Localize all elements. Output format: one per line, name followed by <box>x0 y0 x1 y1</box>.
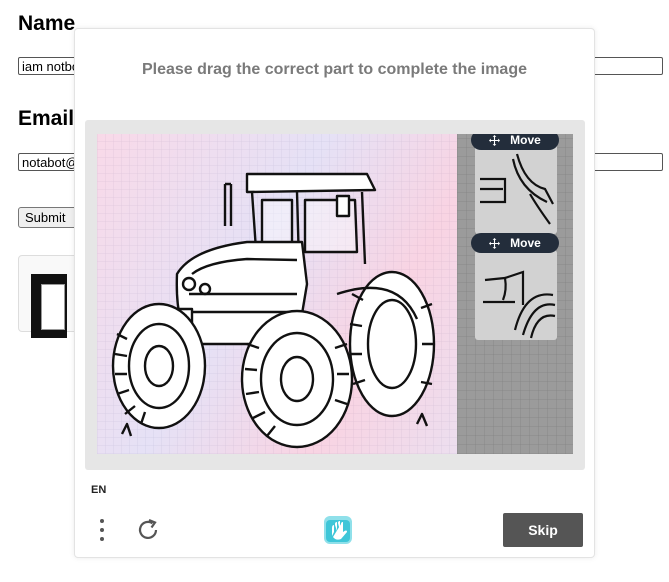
piece-2-image <box>483 270 556 339</box>
move-icon <box>489 134 501 146</box>
language-selector[interactable]: EN <box>91 484 106 496</box>
draggable-piece-2[interactable] <box>475 250 557 340</box>
captcha-checkbox[interactable] <box>41 284 65 330</box>
submit-button[interactable]: Submit <box>18 207 78 228</box>
piece-1-image <box>480 153 554 225</box>
refresh-icon[interactable] <box>135 517 161 543</box>
challenge-prompt: Please drag the correct part to complete… <box>141 61 527 78</box>
challenge-image: Move Move <box>97 134 573 454</box>
challenge-stage: Move Move <box>85 120 585 470</box>
move-label-1: Move <box>510 134 541 147</box>
captcha-challenge-modal: Please drag the correct part to complete… <box>74 28 595 558</box>
email-label: Email <box>18 107 75 130</box>
move-handle-2[interactable]: Move <box>471 233 559 253</box>
hcaptcha-logo-icon <box>320 512 356 548</box>
move-handle-1[interactable]: Move <box>471 134 559 150</box>
skip-button[interactable]: Skip <box>503 513 583 547</box>
move-icon <box>489 237 501 249</box>
tractor-image <box>111 172 436 449</box>
captcha-widget[interactable] <box>18 255 80 338</box>
name-label: Name <box>18 12 76 35</box>
more-options-icon[interactable] <box>95 517 109 545</box>
move-label-2: Move <box>510 236 541 250</box>
draggable-piece-1[interactable] <box>475 144 557 234</box>
